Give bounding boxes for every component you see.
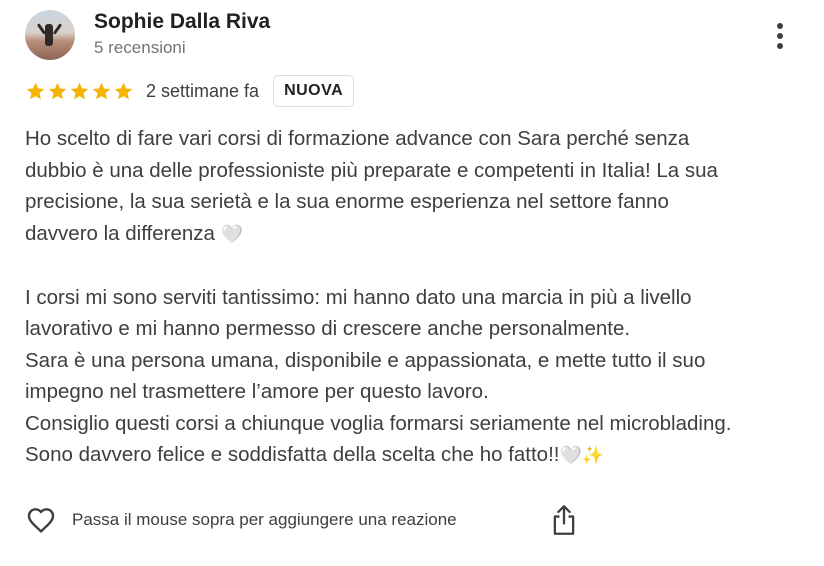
reviewer-review-count[interactable]: 5 recensioni	[94, 38, 186, 58]
review-line: precisione, la sua serietà e la sua enor…	[25, 190, 669, 213]
menu-dot	[777, 23, 783, 29]
star-rating	[25, 81, 134, 102]
review-line: Sono davvero felice e soddisfatta della …	[25, 439, 815, 472]
star-icon	[48, 82, 67, 99]
reaction-bar: Passa il mouse sopra per aggiungere una …	[25, 502, 457, 538]
white-heart-emoji: 🤍	[559, 445, 582, 466]
more-vertical-icon[interactable]	[768, 20, 792, 52]
review-line: Sara è una persona umana, disponibile e …	[25, 348, 706, 372]
review-line-text: davvero la differenza	[25, 221, 215, 245]
share-icon[interactable]	[550, 504, 578, 536]
review-text: Ho scelto di fare vari corsi di formazio…	[25, 123, 815, 472]
star-icon	[70, 82, 89, 99]
review-line: lavorativo e mi hanno permesso di cresce…	[25, 317, 631, 340]
reviewer-name[interactable]: Sophie Dalla Riva	[94, 10, 270, 34]
review-line: Consiglio questi corsi a chiunque voglia…	[25, 411, 732, 435]
heart-outline-icon[interactable]	[25, 504, 57, 536]
avatar-figure-arm	[52, 23, 63, 35]
menu-dot	[777, 33, 783, 39]
star-icon	[92, 82, 111, 99]
reaction-hint: Passa il mouse sopra per aggiungere una …	[72, 510, 457, 529]
white-heart-emoji: 🤍	[220, 223, 244, 245]
star-icon	[26, 82, 45, 99]
new-badge: NUOVA	[273, 75, 355, 107]
review-date: 2 settimane fa	[146, 80, 260, 101]
sparkles-emoji: ✨	[581, 445, 605, 466]
review-line-text: Sono davvero felice e soddisfatta della …	[25, 443, 560, 466]
review-line: I corsi mi sono serviti tantissimo: mi h…	[25, 285, 692, 309]
review-line: Ho scelto di fare vari corsi di formazio…	[25, 127, 690, 150]
review-line: dubbio è una delle professioniste più pr…	[25, 158, 718, 182]
avatar-figure	[45, 24, 53, 46]
avatar[interactable]	[25, 10, 75, 60]
review-meta: 2 settimane fa NUOVA	[25, 74, 355, 108]
star-icon	[114, 82, 133, 99]
review-line: impegno nel trasmettere l’amore per ques…	[25, 380, 489, 403]
review-line: davvero la differenza 🤍	[25, 218, 815, 251]
menu-dot	[777, 43, 783, 49]
